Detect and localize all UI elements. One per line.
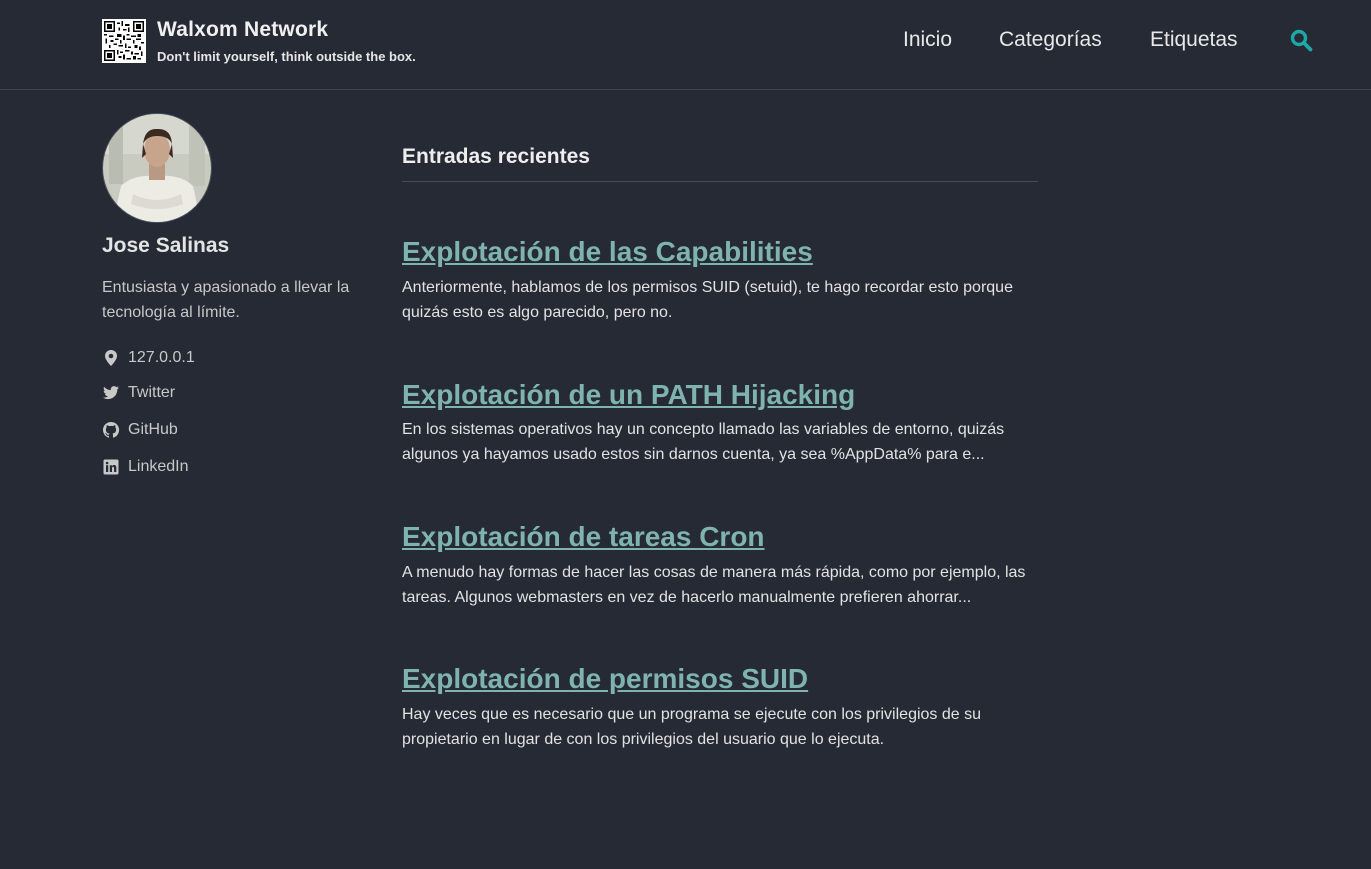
author-location: 127.0.0.1 [102,347,195,369]
post-excerpt: Hay veces que es necesario que un progra… [402,706,981,748]
nav-inicio[interactable]: Inicio [903,28,952,52]
author-photo [103,114,211,222]
post-title-link[interactable]: Explotación de tareas Cron [402,521,765,553]
twitter-label: Twitter [128,384,176,401]
location-text: 127.0.0.1 [128,349,195,366]
post-excerpt: En los sistemas operativos hay un concep… [402,421,1005,463]
linkedin-link[interactable]: LinkedIn [102,456,189,478]
post-excerpt: Anteriormente, hablamos de los permisos … [402,279,1013,321]
github-label: GitHub [128,421,178,438]
search-button[interactable] [1289,28,1313,52]
search-icon [1290,29,1313,52]
site-title[interactable]: Walxom Network [157,18,328,42]
twitter-icon [102,384,120,402]
qr-code-icon [104,21,144,61]
nav-etiquetas[interactable]: Etiquetas [1150,28,1238,52]
section-title: Entradas recientes [402,145,590,168]
post-title-link[interactable]: Explotación de un PATH Hijacking [402,379,855,411]
linkedin-icon [102,458,120,476]
author-name: Jose Salinas [102,234,230,257]
author-bio: Entusiasta y apasionado a llevar la tecn… [102,279,350,321]
github-icon [102,421,120,439]
post-excerpt: A menudo hay formas de hacer las cosas d… [402,564,1026,606]
map-marker-icon [102,349,120,367]
nav-categorias[interactable]: Categorías [999,28,1102,52]
site-subtitle: Don't limit yourself, think outside the … [157,49,416,64]
twitter-link[interactable]: Twitter [102,382,175,404]
section-divider [402,181,1038,182]
avatar [102,113,212,223]
github-link[interactable]: GitHub [102,419,178,441]
linkedin-label: LinkedIn [128,458,189,475]
masthead: Walxom Network Don't limit yourself, thi… [0,0,1371,90]
site-logo[interactable] [102,19,146,63]
post-title-link[interactable]: Explotación de permisos SUID [402,663,808,695]
post-title-link[interactable]: Explotación de las Capabilities [402,236,813,268]
